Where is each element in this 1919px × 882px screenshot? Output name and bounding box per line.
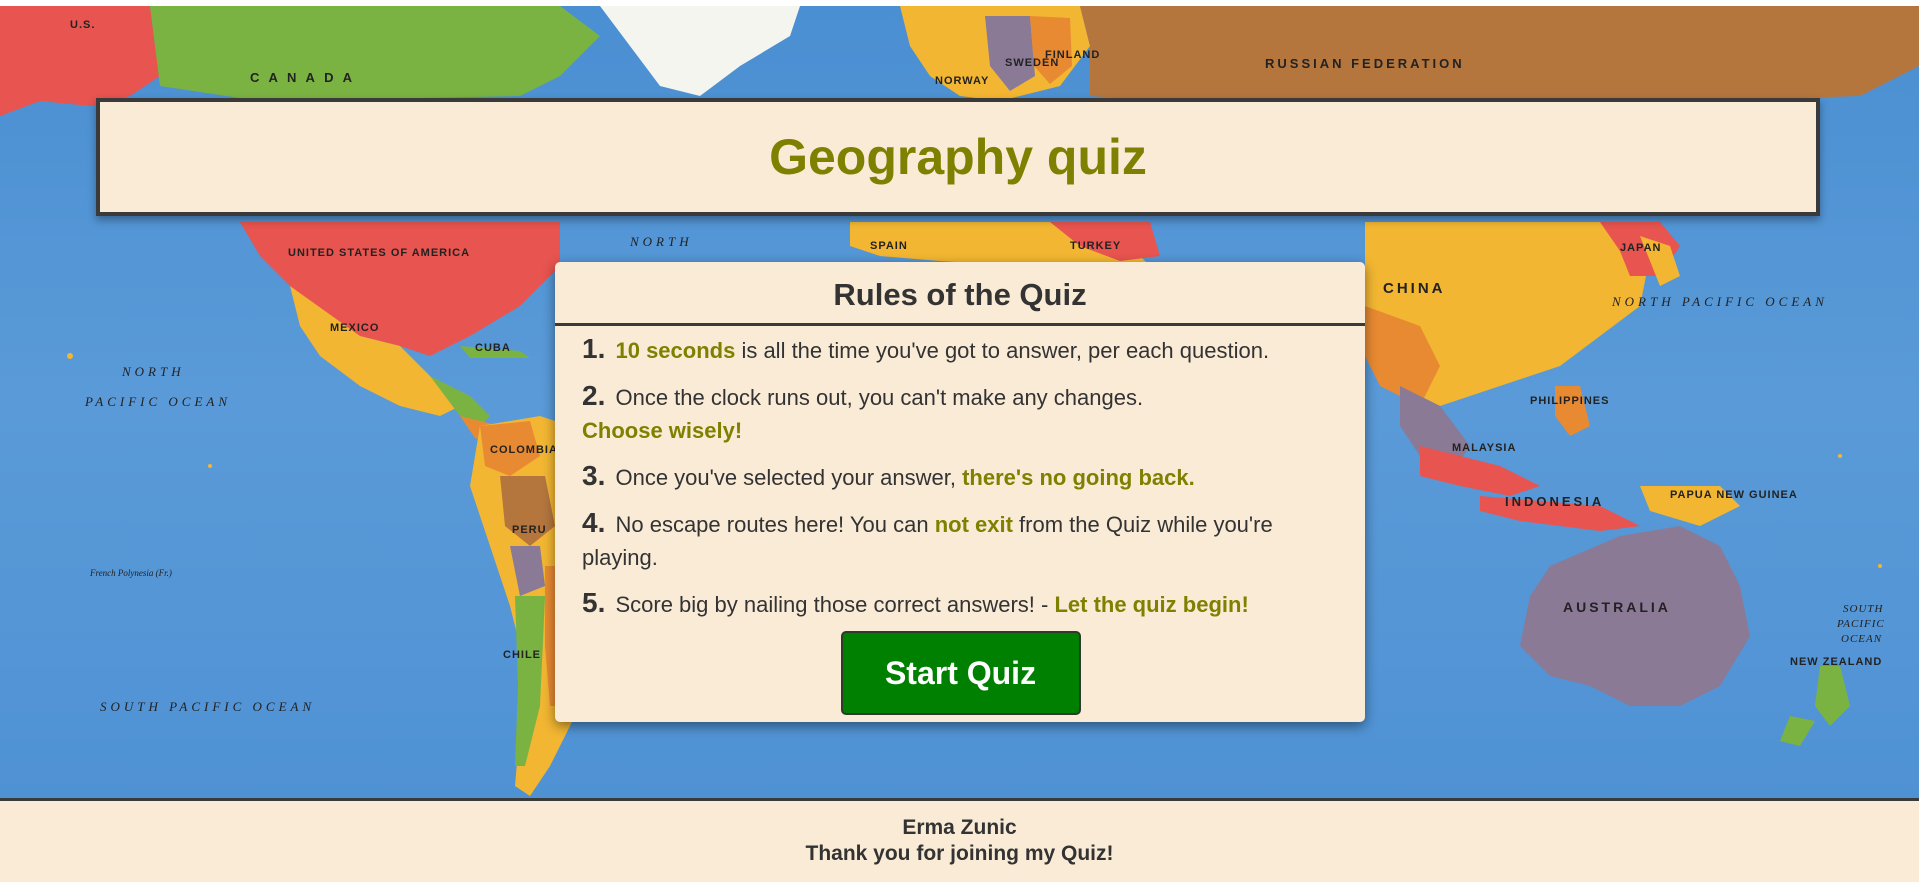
page-footer: Erma Zunic Thank you for joining my Quiz… <box>0 798 1919 882</box>
map-label-turkey: TURKEY <box>1070 240 1121 252</box>
map-label-finland: FINLAND <box>1045 49 1100 61</box>
rule-number: 2. <box>582 380 606 411</box>
rules-card: Rules of the Quiz 1. 10 seconds is all t… <box>555 262 1365 722</box>
rule-item-3: 3. Once you've selected your answer, the… <box>582 459 1339 494</box>
rule-number: 1. <box>582 333 606 364</box>
page-title: Geography quiz <box>769 129 1147 185</box>
map-label-new-zealand: NEW ZEALAND <box>1790 656 1882 668</box>
page-header: Geography quiz <box>96 98 1820 216</box>
map-label-mexico: MEXICO <box>330 322 379 334</box>
map-label-north-pacific-west-1: NORTH <box>121 364 185 379</box>
map-label-philippines: PHILIPPINES <box>1530 395 1609 407</box>
map-label-malaysia: MALAYSIA <box>1452 442 1516 454</box>
rules-list: 1. 10 seconds is all the time you've got… <box>555 326 1365 715</box>
rule-highlight: there's no going back. <box>962 465 1195 490</box>
map-label-south-pacific-east-2: PACIFIC <box>1836 618 1885 630</box>
map-label-south-pacific-east-3: OCEAN <box>1841 633 1882 645</box>
map-label-russia: RUSSIAN FEDERATION <box>1265 56 1465 71</box>
map-label-canada: C A N A D A <box>250 70 355 85</box>
map-label-chile: CHILE <box>503 649 541 661</box>
rule-highlight: not exit <box>934 512 1013 537</box>
rules-title: Rules of the Quiz <box>555 262 1365 326</box>
rule-text: No escape routes here! You can <box>609 512 935 537</box>
map-label-usa: UNITED STATES OF AMERICA <box>288 247 470 259</box>
map-label-spain: SPAIN <box>870 240 908 252</box>
rule-text: Once the clock runs out, you can't make … <box>609 385 1144 410</box>
rule-item-5: 5. Score big by nailing those correct an… <box>582 586 1339 621</box>
rule-number: 5. <box>582 587 606 618</box>
map-label-japan: JAPAN <box>1620 242 1661 254</box>
map-label-north-pacific-west-2: PACIFIC OCEAN <box>84 394 231 409</box>
map-label-north-pacific-east: NORTH PACIFIC OCEAN <box>1611 294 1828 309</box>
map-label-cuba: CUBA <box>475 342 511 354</box>
map-label-south-pacific-east-1: SOUTH <box>1843 603 1884 615</box>
map-label-south-pacific: SOUTH PACIFIC OCEAN <box>100 699 315 714</box>
footer-author: Erma Zunic <box>902 815 1017 839</box>
rule-text: Once you've selected your answer, <box>609 465 963 490</box>
rule-number: 4. <box>582 507 606 538</box>
footer-thanks: Thank you for joining my Quiz! <box>805 841 1114 865</box>
rule-item-1: 1. 10 seconds is all the time you've got… <box>582 332 1339 367</box>
start-button-wrap: Start Quiz <box>582 631 1339 715</box>
rule-highlight: Choose wisely! <box>582 418 743 443</box>
rule-item-2: 2. Once the clock runs out, you can't ma… <box>582 379 1339 447</box>
rule-text: Score big by nailing those correct answe… <box>609 592 1055 617</box>
map-label-us: U.S. <box>70 19 95 31</box>
rule-text: is all the time you've got to answer, pe… <box>735 338 1270 363</box>
map-label-peru: PERU <box>512 524 547 536</box>
map-label-colombia: COLOMBIA <box>490 444 558 456</box>
rule-highlight: 10 seconds <box>615 338 736 363</box>
map-label-norway: NORWAY <box>935 75 989 87</box>
map-label-north-mid: NORTH <box>629 234 693 249</box>
map-label-china: CHINA <box>1383 280 1446 297</box>
rule-number: 3. <box>582 460 606 491</box>
map-label-indonesia: INDONESIA <box>1505 494 1604 509</box>
map-label-australia: AUSTRALIA <box>1563 599 1671 615</box>
rule-item-4: 4. No escape routes here! You can not ex… <box>582 506 1339 574</box>
map-label-papua: PAPUA NEW GUINEA <box>1670 489 1798 501</box>
rule-highlight: Let the quiz begin! <box>1054 592 1249 617</box>
map-label-french-polynesia: French Polynesia (Fr.) <box>89 568 172 578</box>
start-quiz-button[interactable]: Start Quiz <box>840 631 1081 715</box>
